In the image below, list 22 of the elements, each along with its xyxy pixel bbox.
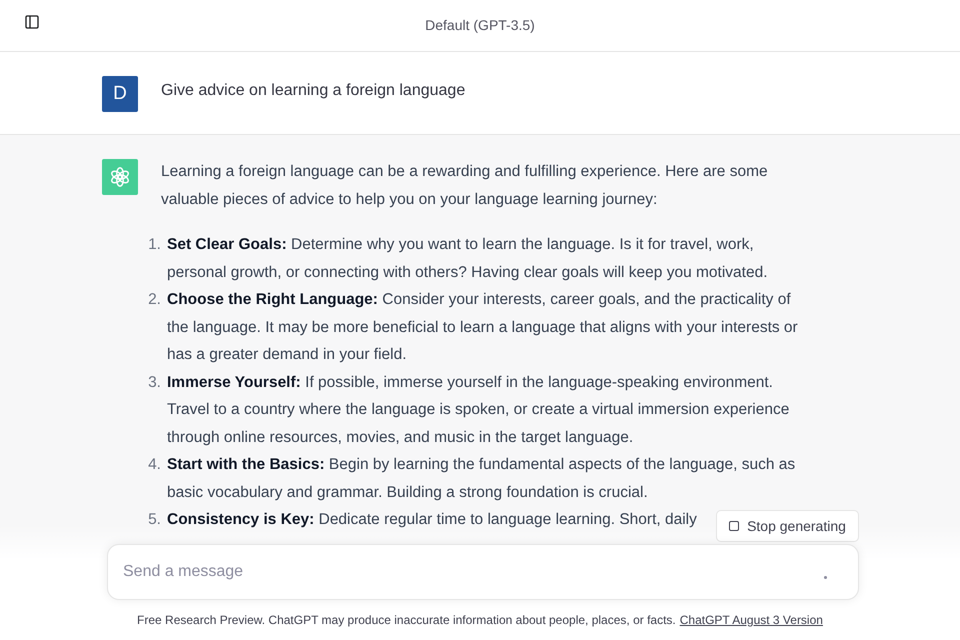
user-message-text: Give advice on learning a foreign language xyxy=(161,81,466,101)
list-number: 1. xyxy=(147,235,161,255)
version-link[interactable]: ChatGPT August 3 Version xyxy=(680,611,823,629)
list-number: 5. xyxy=(147,510,161,530)
list-item-text: Immerse Yourself: If possible, immerse yourself in the language-speaking environment. Travel to a country where the language is spoken, or create a virtual immersion experience through online resources, movies, and music in the target language. xyxy=(167,372,790,448)
stop-generating-button[interactable]: Stop generating xyxy=(716,510,859,542)
list-item-text: Set Clear Goals: Determine why you want to learn the language. Is it for travel, work, personal growth, or connecting with others? Having clear goals will keep you motivated. xyxy=(167,235,769,282)
disclaimer-text: Free Research Preview. ChatGPT may produce inaccurate information about people, places, or facts. xyxy=(137,612,676,629)
list-item-text: Consistency is Key: Dedicate regular time to language learning. Short, daily xyxy=(167,510,697,530)
message-input[interactable]: Send a message xyxy=(123,560,824,584)
assistant-message-text: Learning a foreign language can be a rewarding and fulfilling experience. Here are some valuable pieces of advice to help you on your language learning journey: xyxy=(161,162,769,210)
model-title: Default (GPT-3.5) xyxy=(425,16,535,35)
list-number: 3. xyxy=(147,372,161,392)
list-number: 2. xyxy=(147,290,161,310)
list-item-text: Start with the Basics: Begin by learning the fundamental aspects of the language, such as basic vocabulary and grammar. Building a strong foundation is crucial. xyxy=(167,455,796,502)
stop-square-icon xyxy=(729,521,740,531)
sidebar-toggle-icon[interactable] xyxy=(24,14,40,30)
list-number: 4. xyxy=(147,455,161,475)
knot-logo-icon xyxy=(109,166,131,188)
message-field[interactable]: Send a message xyxy=(107,544,859,600)
list-item-text: Choose the Right Language: Consider your interests, career goals, and the practicality of the language. It may be more beneficial to learn a language that aligns with your interests or has a greater demand in your field. xyxy=(167,290,799,365)
user-avatar: D xyxy=(102,76,138,112)
